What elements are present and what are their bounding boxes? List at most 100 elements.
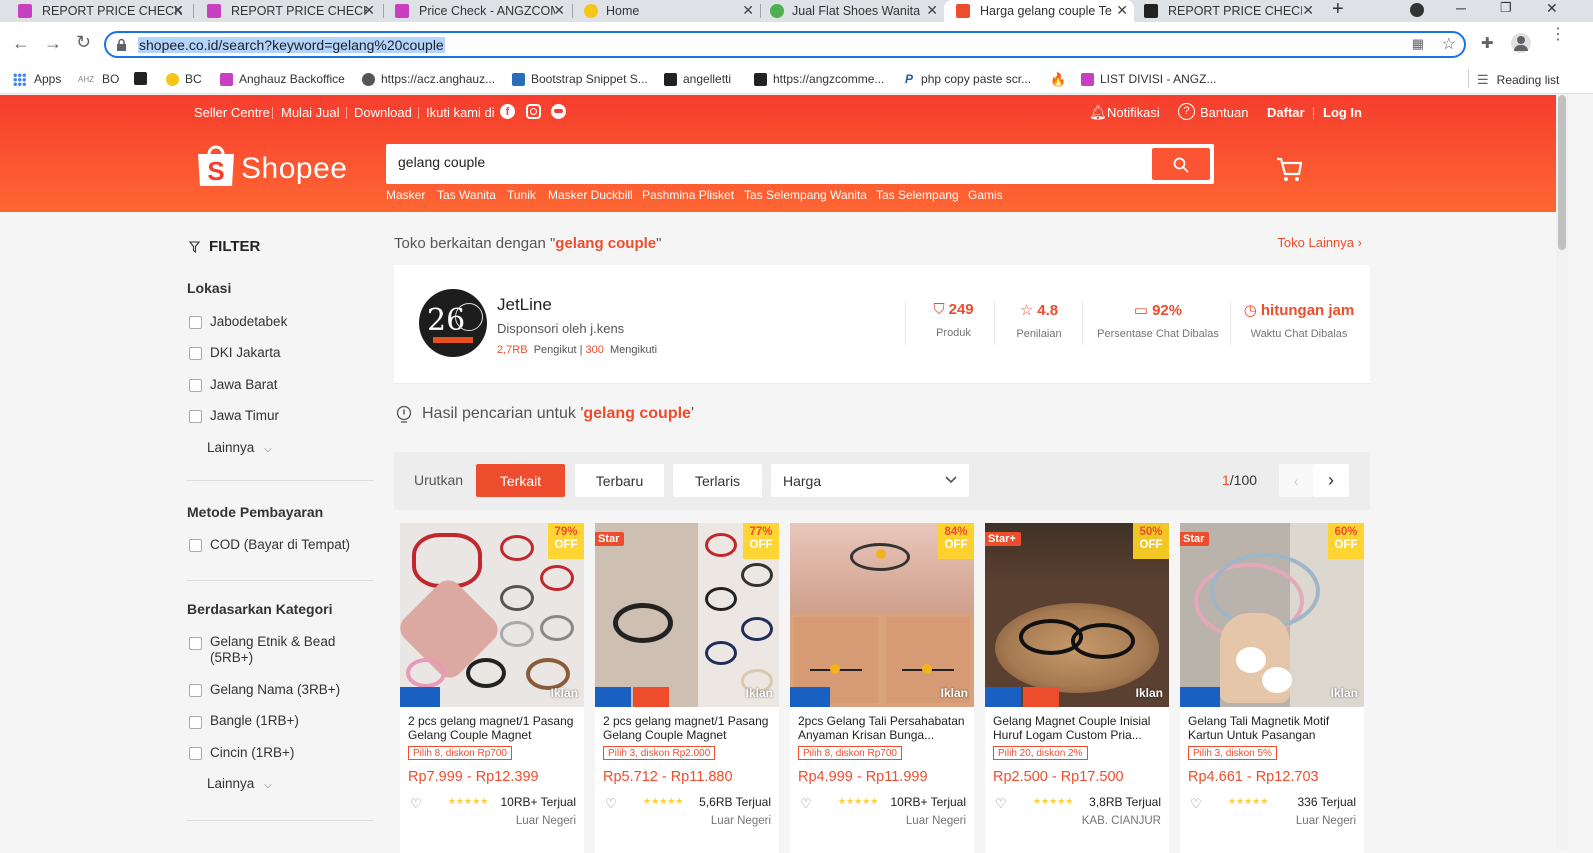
line-icon[interactable] [551,104,566,119]
bookmark-item[interactable]: Anghauz Backoffice [220,72,345,86]
keyword-link[interactable]: Masker [386,188,425,202]
shopee-bag-icon[interactable]: S [196,142,236,186]
browser-tab[interactable]: REPORT PRICE CHECK L ✕ [1136,0,1320,22]
location-checkbox[interactable] [189,316,202,329]
seller-centre-link[interactable]: Seller Centre [194,105,270,120]
browser-tab[interactable]: REPORT PRICE CHECK L ✕ [195,0,381,22]
bookmark-item[interactable]: LIST DIVISI - ANGZ... [1081,72,1216,86]
download-link[interactable]: Download [354,105,412,120]
browser-tab[interactable]: Jual Flat Shoes Wanita ✕ [762,0,944,22]
category-label[interactable]: Bangle (1RB+) [210,713,299,728]
instagram-icon[interactable] [526,104,541,119]
keyword-link[interactable]: Masker Duckbill [548,188,633,202]
search-button[interactable] [1152,148,1210,180]
product-name[interactable]: 2pcs Gelang Tali Persahabatan Anyaman Kr… [798,714,968,742]
sort-topsales-button[interactable]: Terlaris [673,464,762,497]
menu-kebab-icon[interactable]: ⋮ [1550,27,1566,43]
forward-icon[interactable]: → [44,33,62,54]
bookmark-apps[interactable]: Apps [13,72,61,86]
more-locations-button[interactable]: Lainnya ⌵ [207,440,272,455]
keyword-link[interactable]: Tas Selempang [876,188,959,202]
heart-icon[interactable]: ♡ [995,796,1007,812]
shop-name[interactable]: JetLine [497,295,552,315]
notifications-link[interactable]: Notifikasi [1107,105,1160,120]
bookmark-item[interactable]: AHZ BO [78,72,119,86]
keyword-link[interactable]: Tas Selempang Wanita [744,188,867,202]
product-image[interactable]: 79% OFF Iklan [400,523,584,707]
keyword-link[interactable]: Pashmina Plisket [642,188,734,202]
tab-search-icon[interactable] [1410,3,1424,17]
url-text[interactable]: shopee.co.id/search?keyword=gelang%20cou… [138,37,445,53]
window-close-icon[interactable]: ✕ [1546,0,1558,17]
product-name[interactable]: 2 pcs gelang magnet/1 Pasang Gelang Coup… [408,714,578,742]
category-checkbox[interactable] [189,637,202,650]
category-checkbox[interactable] [189,716,202,729]
search-bar[interactable]: gelang couple [386,144,1214,184]
location-checkbox[interactable] [189,347,202,360]
bookmark-item[interactable]: https://acz.anghauz... [362,72,495,86]
payment-label[interactable]: COD (Bayar di Tempat) [210,537,350,552]
prev-page-button[interactable]: ‹ [1279,464,1313,497]
keyword-link[interactable]: Tunik [507,188,536,202]
close-icon[interactable]: ✕ [172,2,184,19]
extensions-icon[interactable]: ✚ [1481,34,1494,52]
sort-latest-button[interactable]: Terbaru [575,464,664,497]
browser-tab[interactable]: Price Check - ANGZCOM ✕ [385,0,571,22]
product-name[interactable]: Gelang Tali Magnetik Motif Kartun Untuk … [1188,714,1358,742]
profile-avatar[interactable] [1511,33,1531,53]
bookmark-item[interactable] [134,72,153,85]
next-page-button[interactable]: › [1313,464,1349,497]
register-link[interactable]: Daftar [1267,105,1305,120]
bookmark-item[interactable]: angelletti [664,72,731,86]
shop-avatar[interactable]: 26 [419,289,487,357]
location-checkbox[interactable] [189,379,202,392]
new-tab-button[interactable]: + [1332,0,1344,21]
bookmark-item[interactable]: https://angzcomme... [754,72,884,86]
bookmark-star-icon[interactable]: ☆ [1442,34,1456,54]
help-link[interactable]: Bantuan [1200,105,1248,120]
product-card[interactable]: Star 77% OFF Iklan 2 pcs gelang magnet/1 … [595,523,779,853]
sort-relevance-button[interactable]: Terkait [476,464,565,497]
restore-icon[interactable]: ❐ [1500,0,1512,16]
product-image[interactable]: 84% OFF Iklan [790,523,974,707]
category-label[interactable]: Gelang Nama (3RB+) [210,682,340,697]
product-name[interactable]: Gelang Magnet Couple Inisial Huruf Logam… [993,714,1163,742]
minimize-icon[interactable]: ─ [1456,0,1466,16]
keyword-link[interactable]: Gamis [968,188,1003,202]
product-card[interactable]: 84% OFF Iklan 2pcs Gelang Tali Persahabat… [790,523,974,853]
close-icon[interactable]: ✕ [926,2,938,19]
browser-tab[interactable]: REPORT PRICE CHECK L ✕ [0,0,190,22]
related-shop-card[interactable]: 26 JetLine Disponsori oleh j.kens 2,7RB … [394,265,1370,383]
scrollbar-thumb[interactable] [1558,95,1566,250]
browser-tab-active[interactable]: Harga gelang couple Te ✕ [944,0,1134,22]
mulai-jual-link[interactable]: Mulai Jual [281,105,340,120]
close-icon[interactable]: ✕ [553,2,565,19]
heart-icon[interactable]: ♡ [410,796,422,812]
qr-code-icon[interactable]: ▦ [1412,36,1424,52]
product-card[interactable]: Star 60% OFF Iklan Gelang Tali Magnetik M… [1180,523,1364,853]
close-icon[interactable]: ✕ [742,2,754,19]
cart-icon[interactable] [1276,156,1303,189]
login-link[interactable]: Log In [1323,105,1362,120]
more-shops-link[interactable]: Toko Lainnya › [1277,235,1362,250]
location-label[interactable]: DKI Jakarta [210,345,281,360]
close-icon[interactable]: ✕ [1302,2,1314,19]
product-card[interactable]: Star+ 50% OFF Iklan Gelang Magnet Couple … [985,523,1169,853]
heart-icon[interactable]: ♡ [800,796,812,812]
search-input[interactable]: gelang couple [398,154,485,170]
category-label[interactable]: Gelang Etnik & Bead (5RB+) [210,634,350,666]
price-sort-select[interactable]: Harga [771,464,969,497]
product-card[interactable]: 79% OFF Iklan 2 pcs gelang magnet/1 Pasan… [400,523,584,853]
facebook-icon[interactable]: f [500,104,515,119]
back-icon[interactable]: ← [12,33,30,54]
bookmark-item[interactable]: 🔥 [1050,72,1066,88]
bookmark-item[interactable]: BC [166,72,202,86]
heart-icon[interactable]: ♡ [605,796,617,812]
close-icon[interactable]: ✕ [363,2,375,19]
product-name[interactable]: 2 pcs gelang magnet/1 Pasang Gelang Coup… [603,714,773,742]
location-checkbox[interactable] [189,410,202,423]
address-bar[interactable]: shopee.co.id/search?keyword=gelang%20cou… [104,31,1466,58]
location-label[interactable]: Jabodetabek [210,314,287,329]
browser-tab[interactable]: Home ✕ [574,0,760,22]
location-label[interactable]: Jawa Timur [210,408,279,423]
